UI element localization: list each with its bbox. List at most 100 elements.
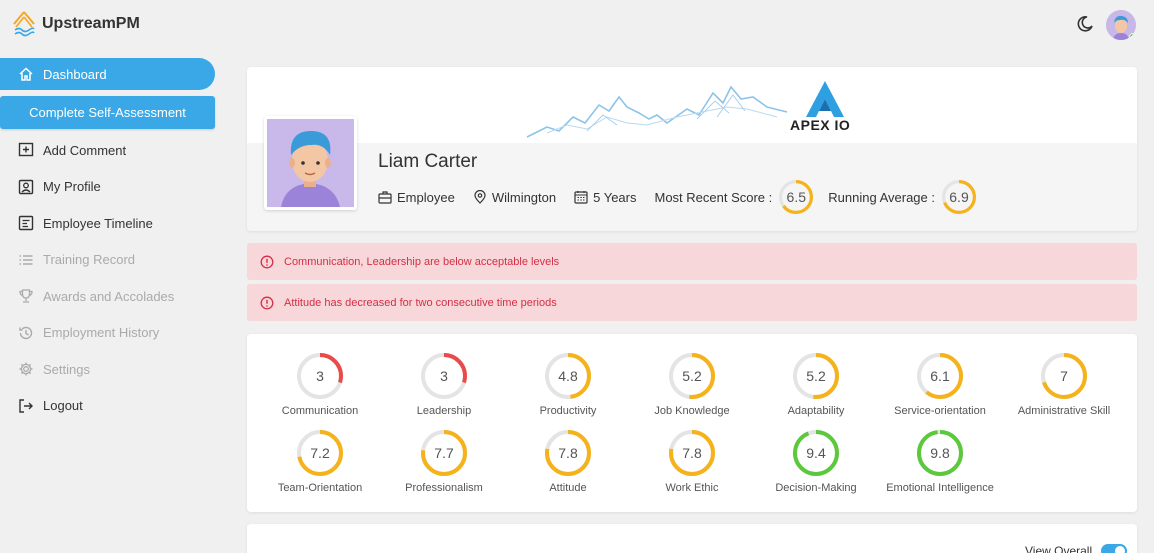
metric-score: 9.8 <box>930 445 950 461</box>
metric-label: Job Knowledge <box>654 405 730 417</box>
alert-text: Communication, Leadership are below acce… <box>284 255 560 268</box>
sidebar-item-employment-history[interactable]: Employment History <box>0 315 220 352</box>
metric-label: Attitude <box>549 482 587 494</box>
metric-label: Emotional Intelligence <box>886 482 994 494</box>
metric-score: 5.2 <box>806 368 826 384</box>
alert-icon <box>260 296 274 309</box>
metric-score: 7.8 <box>682 445 702 461</box>
profile-meta: Employee Wilmington 5 Years Most Recent … <box>378 179 991 215</box>
alert-icon <box>260 255 274 268</box>
complete-self-assessment-button[interactable]: Complete Self-Assessment <box>0 96 215 129</box>
app-name: UpstreamPM <box>42 15 140 32</box>
profile-photo[interactable] <box>264 116 357 210</box>
role-text: Employee <box>397 189 455 205</box>
metric-score: 5.2 <box>682 368 702 384</box>
sidebar-item-settings[interactable]: Settings <box>0 351 220 388</box>
metric-label: Service-orientation <box>894 405 986 417</box>
online-status-dot <box>1129 33 1136 40</box>
overall-chart-card: View Overall <box>247 524 1137 553</box>
timeline-icon <box>18 215 34 231</box>
sidebar-item-dashboard[interactable]: Dashboard <box>0 58 215 90</box>
company-logo: APEX IO <box>790 79 860 133</box>
sidebar-item-training-record[interactable]: Training Record <box>0 242 220 279</box>
metric-communication[interactable]: 3 Communication <box>258 352 382 417</box>
sidebar-item-add-comment[interactable]: Add Comment <box>0 132 220 169</box>
sidebar-item-my-profile[interactable]: My Profile <box>0 169 220 206</box>
alert-banner: Attitude has decreased for two consecuti… <box>247 284 1137 321</box>
metric-adaptability[interactable]: 5.2 Adaptability <box>754 352 878 417</box>
metric-label: Professionalism <box>405 482 483 494</box>
sidebar-item-employee-timeline[interactable]: Employee Timeline <box>0 205 220 242</box>
view-overall-toggle[interactable] <box>1101 544 1128 553</box>
alert-text: Attitude has decreased for two consecuti… <box>284 296 557 309</box>
top-bar: UpstreamPM <box>0 0 1154 50</box>
location-pin-icon <box>474 190 486 204</box>
metric-label: Communication <box>281 405 359 417</box>
sidebar-item-label: Dashboard <box>43 66 107 82</box>
role-info: Employee <box>378 190 455 205</box>
metric-ring: 9.8 <box>916 429 964 477</box>
briefcase-icon <box>378 191 392 204</box>
metric-ring: 6.1 <box>916 352 964 400</box>
sidebar: Dashboard Complete Self-Assessment Add C… <box>0 58 220 424</box>
view-overall-label: View Overall <box>1025 544 1093 553</box>
metric-job-knowledge[interactable]: 5.2 Job Knowledge <box>630 352 754 417</box>
metric-team-orientation[interactable]: 7.2 Team-Orientation <box>258 429 382 494</box>
metric-label: Administrative Skill <box>1017 405 1111 417</box>
sidebar-item-awards[interactable]: Awards and Accolades <box>0 278 220 315</box>
metric-emotional-intelligence[interactable]: 9.8 Emotional Intelligence <box>878 429 1002 494</box>
profile-icon <box>18 179 34 195</box>
recent-score-value: 6.5 <box>786 189 806 205</box>
metric-score: 9.4 <box>806 445 826 461</box>
metric-productivity[interactable]: 4.8 Productivity <box>506 352 630 417</box>
alert-banner: Communication, Leadership are below acce… <box>247 243 1137 280</box>
trophy-icon <box>18 288 34 304</box>
metric-ring: 5.2 <box>792 352 840 400</box>
metric-score: 6.1 <box>930 368 950 384</box>
sidebar-item-label: Logout <box>43 398 83 414</box>
history-icon <box>18 325 34 341</box>
mountains-illustration <box>526 85 788 138</box>
user-avatar[interactable] <box>1106 10 1136 40</box>
metric-ring: 4.8 <box>544 352 592 400</box>
metric-label: Adaptability <box>787 405 845 417</box>
metric-professionalism[interactable]: 7.7 Professionalism <box>382 429 506 494</box>
moon-icon[interactable] <box>1076 15 1094 33</box>
metric-label: Decision-Making <box>775 482 857 494</box>
metric-score: 3 <box>440 368 448 384</box>
tenure-info: 5 Years <box>574 190 636 205</box>
sidebar-item-label: Awards and Accolades <box>43 288 175 304</box>
metric-ring: 7.7 <box>420 429 468 477</box>
metric-leadership[interactable]: 3 Leadership <box>382 352 506 417</box>
metric-score: 7 <box>1060 368 1068 384</box>
metric-score: 7.2 <box>310 445 330 461</box>
recent-score-label: Most Recent Score : <box>654 189 773 205</box>
add-comment-icon <box>18 142 34 158</box>
employee-name: Liam Carter <box>378 151 478 172</box>
running-average-value: 6.9 <box>949 189 969 205</box>
metric-label: Productivity <box>539 405 597 417</box>
app-logo[interactable]: UpstreamPM <box>12 10 140 38</box>
sidebar-item-label: Employee Timeline <box>43 215 153 231</box>
sidebar-item-label: Add Comment <box>43 142 127 158</box>
sidebar-item-logout[interactable]: Logout <box>0 388 220 425</box>
sidebar-item-label: My Profile <box>43 179 101 195</box>
metric-administrative-skill[interactable]: 7 Administrative Skill <box>1002 352 1126 417</box>
metric-score: 3 <box>316 368 324 384</box>
metric-score: 4.8 <box>558 368 578 384</box>
metric-work-ethic[interactable]: 7.8 Work Ethic <box>630 429 754 494</box>
metric-attitude[interactable]: 7.8 Attitude <box>506 429 630 494</box>
metric-decision-making[interactable]: 9.4 Decision-Making <box>754 429 878 494</box>
metric-ring: 9.4 <box>792 429 840 477</box>
metric-score: 7.7 <box>434 445 454 461</box>
logo-icon <box>13 11 35 37</box>
home-icon <box>18 66 34 82</box>
profile-banner: APEX IO <box>247 67 1137 143</box>
metric-ring: 7.8 <box>668 429 716 477</box>
metric-service-orientation[interactable]: 6.1 Service-orientation <box>878 352 1002 417</box>
apex-logo-icon <box>806 81 844 117</box>
tenure-text: 5 Years <box>593 189 637 205</box>
metric-ring: 3 <box>296 352 344 400</box>
logout-icon <box>18 398 34 414</box>
profile-card: APEX IO Liam Carter Employee Wilmington <box>247 67 1137 231</box>
